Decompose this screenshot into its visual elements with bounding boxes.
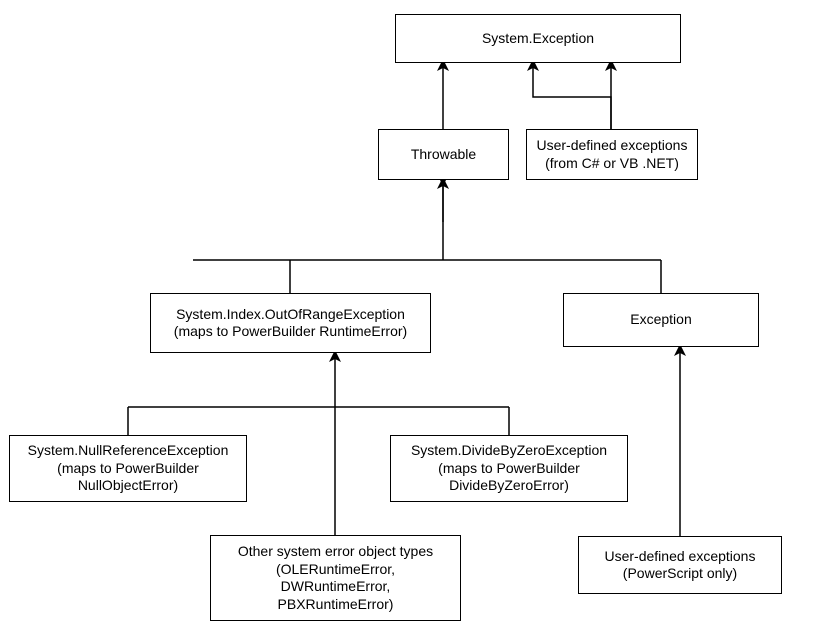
node-label: (PowerScript only) (605, 565, 756, 583)
node-other-system-errors: Other system error object types (OLERunt… (210, 535, 461, 621)
node-label: System.NullReferenceException (28, 442, 229, 460)
node-label: Exception (630, 311, 691, 329)
node-label: System.DivideByZeroException (411, 442, 607, 460)
node-label: NullObjectError) (28, 477, 229, 495)
node-label: (OLERuntimeError, (238, 561, 433, 579)
node-exception: Exception (563, 293, 759, 347)
node-label: (maps to PowerBuilder (28, 460, 229, 478)
node-user-defined-powerscript: User-defined exceptions (PowerScript onl… (578, 536, 782, 594)
node-label: User-defined exceptions (537, 137, 688, 155)
node-label: (maps to PowerBuilder RuntimeError) (174, 323, 407, 341)
node-label: User-defined exceptions (605, 548, 756, 566)
node-system-index-outofrange: System.Index.OutOfRangeException (maps t… (150, 293, 431, 353)
node-throwable: Throwable (378, 129, 509, 180)
node-label: (from C# or VB .NET) (537, 155, 688, 173)
node-label: (maps to PowerBuilder (411, 460, 607, 478)
node-label: DivideByZeroError) (411, 477, 607, 495)
diagram-canvas: System.Exception Throwable User-defined … (0, 0, 823, 643)
node-label: Throwable (411, 146, 476, 164)
node-label: DWRuntimeError, (238, 578, 433, 596)
node-user-defined-net: User-defined exceptions (from C# or VB .… (526, 129, 698, 180)
node-label: System.Exception (482, 30, 594, 48)
node-system-exception: System.Exception (395, 14, 681, 63)
node-label: Other system error object types (238, 543, 433, 561)
node-divide-by-zero-exception: System.DivideByZeroException (maps to Po… (390, 435, 628, 502)
node-label: System.Index.OutOfRangeException (174, 306, 407, 324)
node-null-reference-exception: System.NullReferenceException (maps to P… (9, 435, 247, 502)
node-label: PBXRuntimeError) (238, 596, 433, 614)
